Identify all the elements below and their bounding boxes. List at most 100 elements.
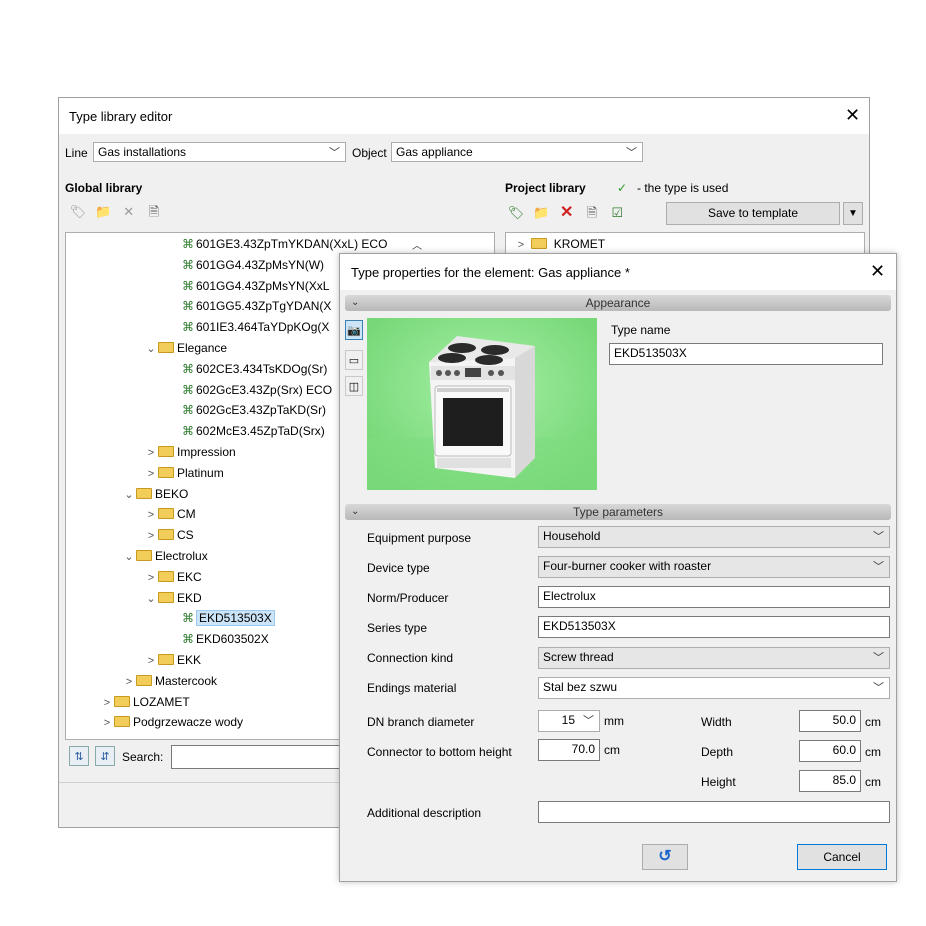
connector-height-label: Connector to bottom height: [367, 745, 512, 759]
type-tag-icon: ⌘: [182, 237, 194, 251]
chevron-right-icon[interactable]: >: [514, 235, 528, 255]
chevron-down-icon[interactable]: ⌄: [144, 589, 158, 609]
tree-item-folder[interactable]: > EKK: [144, 650, 201, 670]
norm-producer-input[interactable]: Electrolux: [538, 586, 890, 608]
series-type-label: Series type: [367, 621, 428, 635]
tree-item-type[interactable]: ⌘ 601GG4.43ZpMsYN(W): [182, 255, 324, 275]
line-label: Line: [65, 146, 88, 160]
equipment-purpose-combo[interactable]: Household ﹀: [538, 526, 890, 548]
folder-icon: [158, 466, 174, 478]
tree-item-type[interactable]: ⌘ 602GcE3.43ZpTaKD(Sr): [182, 400, 326, 420]
symbol-3d-icon[interactable]: ◫: [345, 376, 363, 396]
tree-item-type[interactable]: ⌘ 602GcE3.43Zp(Srx) ECO: [182, 380, 332, 400]
chevron-down-icon: ﹀: [329, 147, 340, 159]
tree-item-type[interactable]: ⌘ 602CE3.434TsKDOg(Sr): [182, 359, 327, 379]
tree-item-folder[interactable]: > Podgrzewacze wody: [100, 712, 243, 732]
delete-icon[interactable]: ✕: [118, 201, 140, 223]
tree-item-type[interactable]: ⌘ 601IE3.464TaYDpKOg(X: [182, 317, 329, 337]
appearance-section-header[interactable]: ⌄ Appearance: [345, 295, 891, 311]
type-name-input[interactable]: EKD513503X: [609, 343, 883, 365]
save-template-dropdown-button[interactable]: ▼: [843, 202, 863, 225]
scroll-up-icon[interactable]: ︿: [412, 237, 422, 252]
tree-item-type[interactable]: ⌘ 601GG5.43ZpTgYDAN(X: [182, 296, 331, 316]
tree-item-folder[interactable]: > KROMET: [514, 234, 605, 254]
tree-item-type[interactable]: ⌘ EKD513503X: [182, 608, 275, 628]
folder-open-icon: [158, 591, 174, 603]
collapse-all-icon[interactable]: ⇵: [95, 746, 115, 766]
properties-icon[interactable]: 🗎: [143, 203, 165, 225]
tree-item-folder[interactable]: > Mastercook: [122, 671, 217, 691]
tree-item-folder[interactable]: ⌄ Electrolux: [122, 546, 207, 567]
save-to-template-button[interactable]: Save to template: [666, 202, 840, 225]
dn-branch-diameter-combo[interactable]: 15 ﹀: [538, 710, 600, 732]
series-type-input[interactable]: EKD513503X: [538, 616, 890, 638]
chevron-down-icon[interactable]: ⌄: [122, 547, 136, 567]
cancel-button[interactable]: Cancel: [797, 844, 887, 870]
connection-kind-combo[interactable]: Screw thread ﹀: [538, 647, 890, 669]
depth-input[interactable]: 60.0: [799, 740, 861, 762]
collapse-icon[interactable]: ⌄: [351, 295, 359, 311]
tree-item-folder[interactable]: ⌄ Elegance: [144, 338, 227, 358]
connector-height-input[interactable]: 70.0: [538, 739, 600, 761]
tree-item-folder[interactable]: ⌄ BEKO: [122, 484, 188, 504]
undo-button[interactable]: ↺: [642, 844, 688, 870]
line-combo[interactable]: Gas installations ﹀: [93, 142, 346, 162]
add-folder-icon[interactable]: 📁: [92, 201, 114, 223]
chevron-down-icon[interactable]: ⌄: [144, 339, 158, 359]
chevron-right-icon[interactable]: >: [144, 505, 158, 525]
folder-open-icon: [158, 342, 174, 353]
chevron-right-icon[interactable]: >: [100, 693, 114, 713]
tree-item-type[interactable]: ⌘ EKD603502X: [182, 629, 269, 649]
chevron-right-icon[interactable]: >: [122, 672, 136, 692]
depth-unit: cm: [865, 745, 881, 759]
chevron-down-icon[interactable]: ⌄: [122, 485, 136, 505]
dn-branch-diameter-label: DN branch diameter: [367, 715, 475, 729]
type-tag-icon: ⌘: [182, 382, 194, 397]
tree-item-folder[interactable]: > CM: [144, 504, 196, 524]
editor-close-icon[interactable]: ✕: [845, 106, 860, 124]
tree-item-folder[interactable]: > Platinum: [144, 463, 224, 483]
tree-item-folder[interactable]: > LOZAMET: [100, 692, 190, 712]
tree-item-type[interactable]: ⌘ 601GG4.43ZpMsYN(XxL: [182, 276, 329, 296]
additional-description-input[interactable]: [538, 801, 890, 823]
delete-icon[interactable]: ✕: [556, 201, 578, 223]
add-type-icon[interactable]: 🏷: [67, 201, 89, 223]
tree-item-folder[interactable]: > CS: [144, 525, 194, 545]
tree-item-folder[interactable]: > Impression: [144, 442, 236, 462]
width-input[interactable]: 50.0: [799, 710, 861, 732]
dialog-close-icon[interactable]: ✕: [870, 262, 885, 280]
endings-material-combo[interactable]: Stal bez szwu ﹀: [538, 677, 890, 699]
checklist-icon[interactable]: ☑: [606, 202, 628, 224]
symbol-2d-icon[interactable]: ▭: [345, 350, 363, 370]
photo-view-icon[interactable]: 📷: [345, 320, 363, 340]
type-parameters-section-header[interactable]: ⌄ Type parameters: [345, 504, 891, 520]
folder-icon: [158, 529, 174, 541]
add-folder-icon[interactable]: 📁: [530, 202, 552, 224]
height-input[interactable]: 85.0: [799, 770, 861, 792]
chevron-down-icon: ﹀: [873, 531, 884, 543]
object-label: Object: [352, 146, 387, 160]
chevron-right-icon[interactable]: >: [144, 651, 158, 671]
chevron-right-icon[interactable]: >: [144, 568, 158, 588]
tree-item-label: 602McE3.45ZpTaD(Srx): [196, 424, 325, 439]
chevron-right-icon[interactable]: >: [100, 713, 114, 733]
properties-icon[interactable]: 🗎: [581, 204, 603, 226]
chevron-right-icon[interactable]: >: [144, 526, 158, 546]
search-input[interactable]: [171, 745, 341, 769]
dn-branch-diameter-value: 15: [561, 713, 575, 727]
type-tag-icon: ⌘: [182, 320, 194, 335]
chevron-right-icon[interactable]: >: [144, 443, 158, 463]
object-combo[interactable]: Gas appliance ﹀: [391, 142, 643, 162]
tree-item-type[interactable]: ⌘ 602McE3.45ZpTaD(Srx): [182, 421, 325, 441]
chevron-right-icon[interactable]: >: [144, 464, 158, 484]
add-type-icon[interactable]: 🏷: [505, 202, 527, 224]
tree-item-folder[interactable]: ⌄ EKD: [144, 588, 201, 609]
type-tag-icon: ⌘: [182, 361, 194, 376]
folder-icon: [158, 446, 174, 457]
collapse-icon[interactable]: ⌄: [351, 504, 359, 520]
tree-item-type[interactable]: ⌘ 601GE3.43ZpTmYKDAN(XxL) ECO: [182, 234, 387, 254]
cancel-button-label: Cancel: [823, 850, 861, 864]
expand-all-icon[interactable]: ⇅: [69, 746, 89, 766]
device-type-combo[interactable]: Four-burner cooker with roaster ﹀: [538, 556, 890, 578]
tree-item-folder[interactable]: > EKC: [144, 567, 202, 587]
